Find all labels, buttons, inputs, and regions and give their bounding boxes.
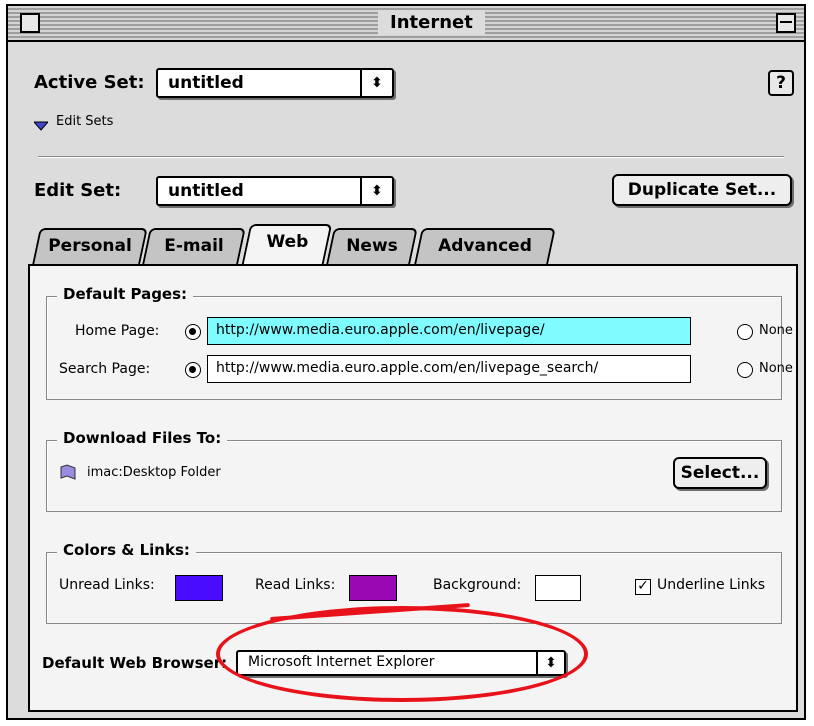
duplicate-set-button[interactable]: Duplicate Set... bbox=[612, 174, 792, 206]
read-links-swatch[interactable] bbox=[349, 575, 397, 601]
home-page-field[interactable]: http://www.media.euro.apple.com/en/livep… bbox=[207, 317, 691, 345]
edit-set-label: Edit Set: bbox=[34, 180, 122, 201]
colors-links-group: Colors & Links: Unread Links: Read Links… bbox=[46, 541, 782, 624]
tab-advanced[interactable]: Advanced bbox=[414, 228, 556, 264]
home-page-radio[interactable] bbox=[185, 324, 201, 340]
active-set-popup[interactable]: untitled ⬍ bbox=[156, 68, 394, 98]
close-box[interactable] bbox=[20, 13, 40, 33]
default-browser-label: Default Web Browser: bbox=[42, 654, 228, 672]
title-bar[interactable]: Internet bbox=[8, 6, 804, 42]
help-button[interactable]: ? bbox=[768, 70, 794, 96]
download-group: Download Files To: imac:Desktop Folder S… bbox=[46, 429, 782, 512]
internet-window: Internet Active Set: untitled ⬍ ? Edit S… bbox=[6, 4, 806, 720]
edit-sets-label[interactable]: Edit Sets bbox=[56, 114, 113, 129]
search-none-label: None bbox=[759, 361, 793, 376]
updown-arrow-icon: ⬍ bbox=[360, 70, 392, 96]
home-none-label: None bbox=[759, 323, 793, 338]
home-page-label: Home Page: bbox=[75, 323, 160, 339]
unread-links-swatch[interactable] bbox=[175, 575, 223, 601]
tab-personal[interactable]: Personal bbox=[32, 228, 148, 264]
divider bbox=[38, 156, 784, 158]
home-none-radio[interactable] bbox=[737, 324, 753, 340]
select-folder-button[interactable]: Select... bbox=[673, 457, 767, 489]
web-tab-panel: Default Pages: Home Page: http://www.med… bbox=[28, 264, 798, 712]
active-set-value: untitled bbox=[168, 73, 244, 93]
search-none-radio[interactable] bbox=[737, 362, 753, 378]
edit-set-value: untitled bbox=[168, 181, 244, 201]
background-swatch[interactable] bbox=[535, 575, 581, 601]
search-page-label: Search Page: bbox=[59, 361, 151, 377]
unread-links-label: Unread Links: bbox=[59, 577, 155, 593]
search-page-field[interactable]: http://www.media.euro.apple.com/en/livep… bbox=[207, 355, 691, 383]
updown-arrow-icon: ⬍ bbox=[536, 652, 564, 674]
underline-links-checkbox[interactable]: ✓ bbox=[635, 579, 651, 595]
default-browser-popup[interactable]: Microsoft Internet Explorer ⬍ bbox=[236, 650, 566, 676]
default-pages-title: Default Pages: bbox=[57, 285, 194, 303]
underline-links-label[interactable]: Underline Links bbox=[657, 577, 765, 593]
updown-arrow-icon: ⬍ bbox=[360, 178, 392, 204]
background-label: Background: bbox=[433, 577, 522, 593]
read-links-label: Read Links: bbox=[255, 577, 336, 593]
default-pages-group: Default Pages: Home Page: http://www.med… bbox=[46, 285, 793, 400]
folder-icon bbox=[59, 463, 77, 481]
tab-web[interactable]: Web bbox=[241, 224, 333, 264]
tab-email[interactable]: E-mail bbox=[142, 228, 246, 264]
disclosure-triangle-icon[interactable] bbox=[32, 116, 50, 131]
search-page-radio[interactable] bbox=[185, 362, 201, 378]
colors-links-title: Colors & Links: bbox=[57, 541, 196, 559]
edit-set-popup[interactable]: untitled ⬍ bbox=[156, 176, 394, 206]
tab-news[interactable]: News bbox=[326, 228, 418, 264]
checkmark-icon: ✓ bbox=[637, 578, 649, 594]
active-set-label: Active Set: bbox=[34, 72, 145, 93]
window-title: Internet bbox=[378, 10, 485, 35]
default-browser-value: Microsoft Internet Explorer bbox=[248, 654, 435, 670]
collapse-box[interactable] bbox=[776, 13, 796, 33]
download-title: Download Files To: bbox=[57, 429, 228, 447]
download-folder-path: imac:Desktop Folder bbox=[87, 465, 221, 480]
